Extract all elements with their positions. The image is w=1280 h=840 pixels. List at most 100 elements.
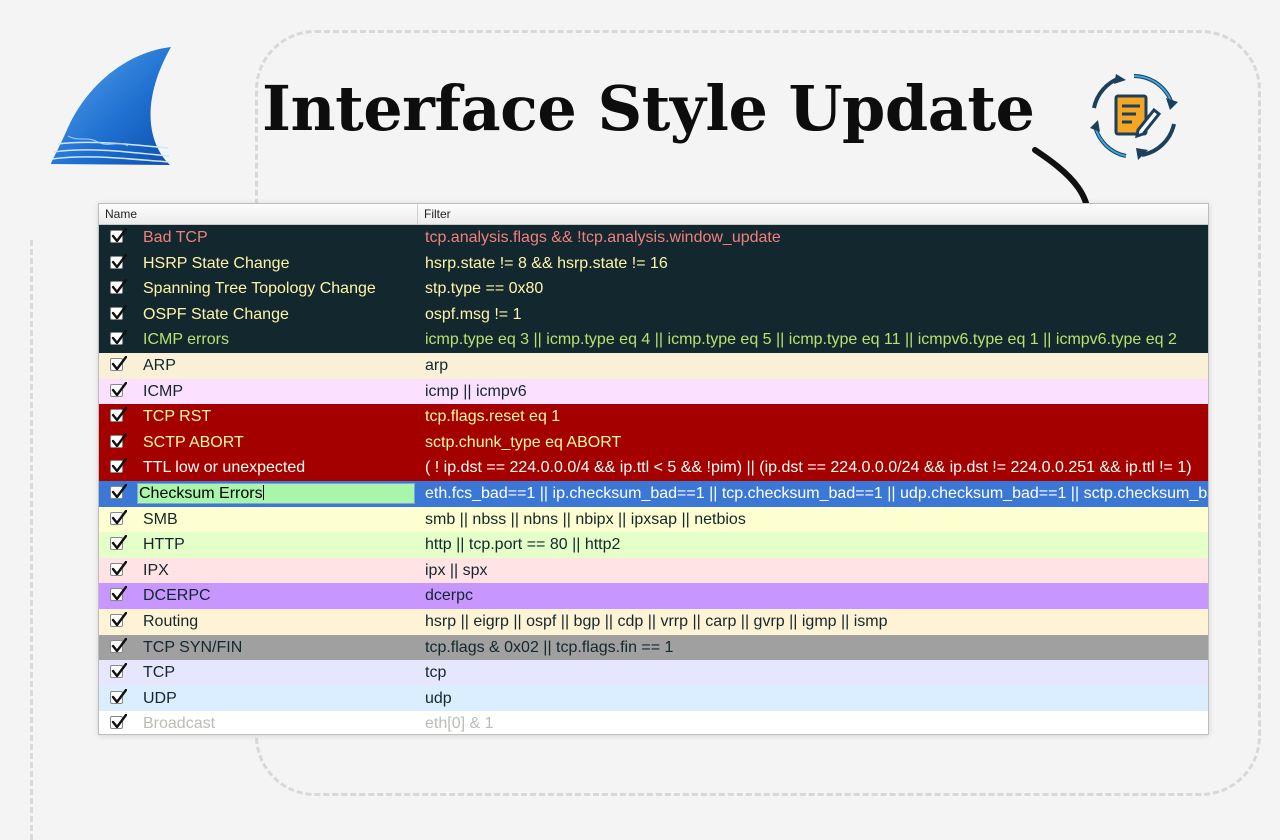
checkmark-icon: [111, 688, 127, 703]
table-row[interactable]: ARP arp: [99, 352, 1208, 379]
rule-enabled-checkbox[interactable]: [110, 228, 127, 243]
rule-name: Spanning Tree Topology Change: [143, 280, 376, 298]
checkmark-icon: [111, 663, 127, 678]
checkmark-icon: [111, 355, 127, 371]
rule-filter: hsrp || eigrp || ospf || bgp || cdp || v…: [425, 612, 888, 630]
rule-name: SMB: [143, 510, 178, 528]
table-row[interactable]: SMB smb || nbss || nbns || nbipx || ipxsa…: [99, 506, 1208, 533]
rule-filter: tcp.flags & 0x02 || tcp.flags.fin == 1: [425, 638, 674, 656]
rule-filter: icmp.type eq 3 || icmp.type eq 4 || icmp…: [425, 331, 1177, 349]
table-row[interactable]: Spanning Tree Topology Change stp.type ==…: [99, 276, 1208, 302]
table-row[interactable]: TTL low or unexpected ( ! ip.dst == 224.0…: [99, 455, 1208, 481]
checkmark-icon: [111, 253, 127, 268]
checkmark-icon: [111, 714, 127, 729]
rule-name: UDP: [143, 689, 177, 707]
rule-filter: tcp: [425, 664, 447, 682]
checkmark-icon: [111, 381, 127, 396]
rule-filter: tcp.flags.reset eq 1: [425, 408, 561, 426]
wireshark-fin-logo: [51, 47, 171, 165]
table-row[interactable]: Routing hsrp || eigrp || ospf || bgp || c…: [99, 608, 1208, 635]
checkmark-icon: [111, 330, 127, 345]
rule-enabled-checkbox[interactable]: [110, 355, 127, 371]
rule-name: TCP SYN/FIN: [143, 638, 243, 656]
rule-enabled-checkbox[interactable]: [110, 483, 127, 499]
checkmark-icon: [111, 228, 127, 243]
rule-filter: ospf.msg != 1: [425, 305, 522, 323]
rule-enabled-checkbox[interactable]: [110, 560, 127, 576]
table-row[interactable]: ICMP icmp || icmpv6: [99, 378, 1208, 405]
checkmark-icon: [111, 509, 127, 524]
table-row[interactable]: HSRP State Change hsrp.state != 8 && hsrp…: [99, 250, 1208, 277]
rule-enabled-checkbox[interactable]: [110, 253, 127, 269]
rule-filter: stp.type == 0x80: [425, 280, 544, 298]
checkmark-icon: [111, 483, 127, 499]
rule-enabled-checkbox[interactable]: [110, 381, 127, 397]
rule-filter: arp: [425, 356, 449, 374]
rule-enabled-checkbox[interactable]: [110, 304, 127, 320]
rule-enabled-checkbox[interactable]: [110, 663, 127, 679]
rule-enabled-checkbox[interactable]: [110, 279, 127, 295]
rule-filter: dcerpc: [425, 587, 474, 605]
table-row[interactable]: DCERPC dcerpc: [99, 583, 1208, 609]
rule-filter: ipx || spx: [425, 561, 488, 579]
column-header-filter[interactable]: Filter: [417, 204, 451, 224]
checkmark-icon: [111, 535, 127, 550]
rule-name: ARP: [143, 356, 176, 374]
table-row[interactable]: SCTP ABORT sctp.chunk_type eq ABORT: [99, 429, 1208, 456]
rule-name: SCTP ABORT: [143, 433, 244, 451]
table-row[interactable]: UDP udp: [99, 685, 1208, 712]
rule-name: ICMP: [143, 382, 183, 400]
rule-enabled-checkbox[interactable]: [110, 407, 127, 423]
rule-filter: eth[0] & 1: [425, 715, 494, 733]
checkmark-icon: [111, 611, 127, 627]
rule-enabled-checkbox[interactable]: [110, 586, 127, 602]
table-row[interactable]: HTTP http || tcp.port == 80 || http2: [99, 532, 1208, 558]
rule-filter: http || tcp.port == 80 || http2: [425, 536, 621, 554]
table-row[interactable]: Checksum Errors eth.fcs_bad==1 || ip.chec…: [99, 480, 1208, 507]
rule-enabled-checkbox[interactable]: [110, 432, 127, 448]
rule-name: TTL low or unexpected: [143, 459, 306, 477]
table-row[interactable]: TCP tcp: [99, 660, 1208, 686]
checkmark-icon: [111, 279, 127, 294]
rule-enabled-checkbox[interactable]: [110, 330, 127, 346]
rule-filter: udp: [425, 689, 452, 707]
column-header-name[interactable]: Name: [105, 207, 137, 221]
table-row[interactable]: Bad TCP tcp.analysis.flags && !tcp.analys…: [99, 225, 1208, 251]
rule-enabled-checkbox[interactable]: [110, 535, 127, 551]
table-row[interactable]: TCP RST tcp.flags.reset eq 1: [99, 404, 1208, 430]
table-row[interactable]: ICMP errors icmp.type eq 3 || icmp.type e…: [99, 327, 1208, 353]
rule-name: ICMP errors: [143, 331, 229, 349]
rule-name: Routing: [143, 612, 199, 630]
rule-name: HTTP: [143, 536, 185, 554]
rule-filter: smb || nbss || nbns || nbipx || ipxsap |…: [425, 510, 746, 528]
rule-filter: eth.fcs_bad==1 || ip.checksum_bad==1 || …: [425, 484, 1208, 502]
table-row[interactable]: IPX ipx || spx: [99, 557, 1208, 584]
rule-name: Broadcast: [143, 715, 216, 733]
rule-name: TCP RST: [143, 408, 212, 426]
rule-name-edit-field[interactable]: Checksum Errors: [137, 482, 415, 504]
rule-enabled-checkbox[interactable]: [110, 637, 127, 653]
rule-filter: icmp || icmpv6: [425, 382, 527, 400]
checkmark-icon: [111, 637, 127, 652]
rule-name: TCP: [143, 664, 175, 682]
rule-filter: hsrp.state != 8 && hsrp.state != 16: [425, 254, 668, 272]
rule-name: Checksum Errors: [139, 484, 263, 502]
rule-name: Bad TCP: [143, 229, 208, 246]
checkmark-icon: [111, 407, 127, 422]
page-title: Interface Style Update: [262, 72, 1035, 145]
checkmark-icon: [111, 304, 127, 319]
checkmark-icon: [111, 432, 127, 447]
table-row[interactable]: Broadcast eth[0] & 1: [99, 711, 1208, 734]
checkmark-icon: [111, 560, 127, 575]
table-row[interactable]: TCP SYN/FIN tcp.flags & 0x02 || tcp.flags…: [99, 634, 1208, 661]
rule-enabled-checkbox[interactable]: [110, 688, 127, 704]
table-row[interactable]: OSPF State Change ospf.msg != 1: [99, 301, 1208, 328]
rule-filter: sctp.chunk_type eq ABORT: [425, 433, 622, 451]
rule-enabled-checkbox[interactable]: [110, 714, 127, 730]
rules-list: Bad TCP tcp.analysis.flags && !tcp.analys…: [99, 225, 1208, 734]
table-header: Name Filter: [99, 204, 1208, 225]
rule-enabled-checkbox[interactable]: [110, 611, 127, 627]
rule-name: IPX: [143, 561, 169, 579]
rule-enabled-checkbox[interactable]: [110, 458, 127, 474]
rule-enabled-checkbox[interactable]: [110, 509, 127, 525]
